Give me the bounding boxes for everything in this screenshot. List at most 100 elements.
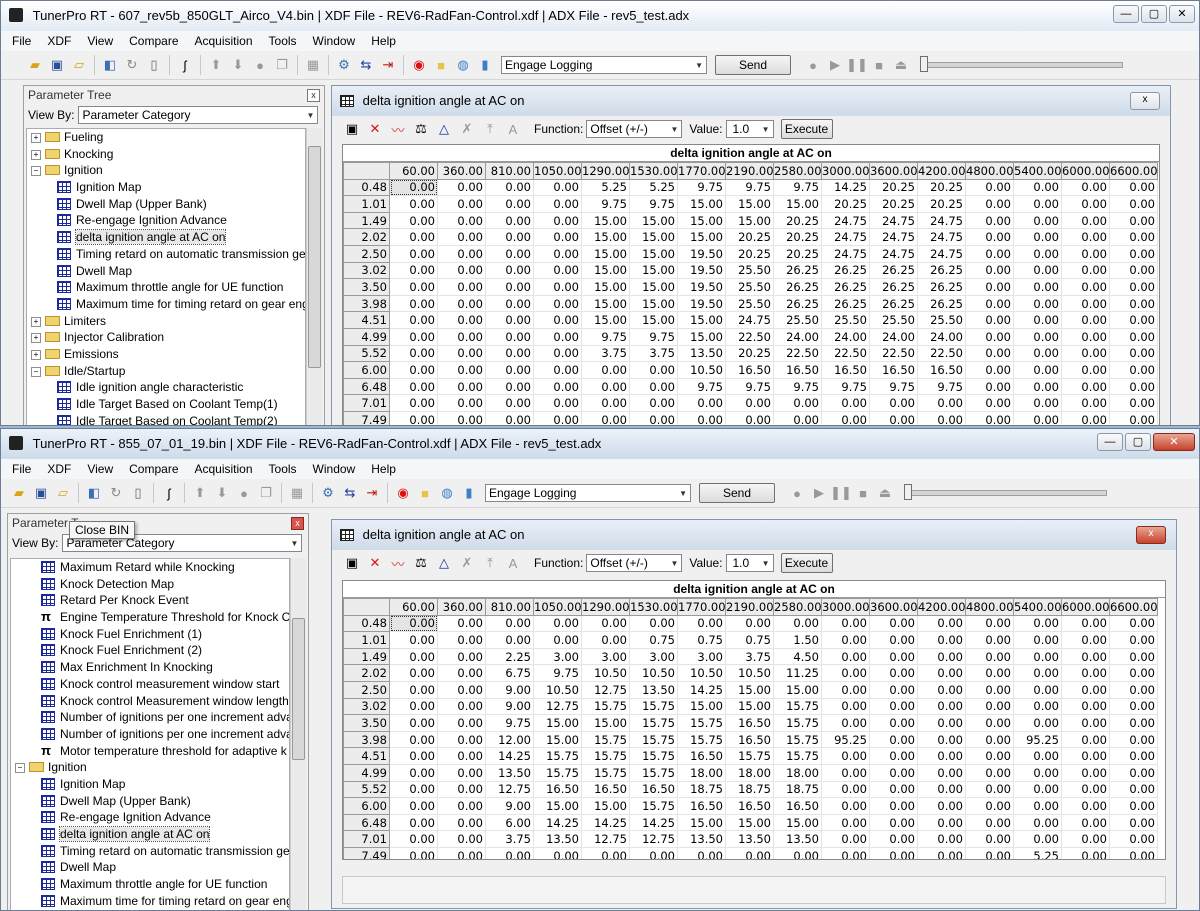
table-cell[interactable]: 0.00 bbox=[821, 631, 870, 649]
table-cell[interactable]: 9.75 bbox=[773, 377, 822, 396]
table-cell[interactable]: 9.75 bbox=[485, 714, 534, 732]
menu-view[interactable]: View bbox=[80, 459, 120, 479]
column-header[interactable]: 4800.00 bbox=[965, 162, 1014, 180]
table-cell[interactable]: 0.00 bbox=[1109, 747, 1158, 765]
table-cell[interactable]: 14.25 bbox=[677, 680, 726, 699]
table-cell[interactable]: 0.00 bbox=[581, 394, 630, 412]
row-header[interactable]: 3.50 bbox=[343, 714, 390, 732]
xdf-load-icon[interactable]: ◧ bbox=[100, 55, 120, 75]
table-cell[interactable]: 22.50 bbox=[869, 344, 918, 363]
table-cell[interactable]: 0.00 bbox=[965, 344, 1014, 363]
table-cell[interactable]: 9.75 bbox=[629, 195, 678, 213]
table-cell[interactable]: 16.50 bbox=[773, 361, 822, 379]
table-cell[interactable]: 0.00 bbox=[965, 294, 1014, 313]
table-cell[interactable]: 15.75 bbox=[677, 730, 726, 749]
compare-icon[interactable]: ⚖ bbox=[411, 553, 431, 573]
table-cell[interactable]: 9.75 bbox=[677, 178, 726, 197]
table-cell[interactable]: 0.00 bbox=[485, 394, 534, 412]
table-cell[interactable]: 13.50 bbox=[677, 830, 726, 848]
table-cell[interactable]: 0.00 bbox=[965, 394, 1014, 412]
column-header[interactable]: 3000.00 bbox=[821, 598, 870, 616]
table-cell[interactable]: 0.00 bbox=[1061, 780, 1110, 799]
row-header[interactable]: 6.00 bbox=[343, 361, 390, 379]
table-cell[interactable]: 12.75 bbox=[485, 780, 534, 799]
table-cell[interactable]: 0.00 bbox=[869, 647, 918, 666]
table-cell[interactable]: 26.25 bbox=[821, 294, 870, 313]
row-header[interactable]: 3.98 bbox=[343, 730, 390, 749]
circle-icon[interactable]: ● bbox=[250, 55, 270, 75]
table-cell[interactable]: 0.00 bbox=[917, 730, 966, 749]
table-cell[interactable]: 0.00 bbox=[485, 344, 534, 363]
table-cell[interactable]: 24.75 bbox=[917, 228, 966, 246]
table-cell[interactable]: 0.00 bbox=[581, 631, 630, 649]
table-cell[interactable]: 0.00 bbox=[917, 680, 966, 699]
table-cell[interactable]: 0.00 bbox=[437, 311, 486, 329]
table-cell[interactable]: 0.00 bbox=[1109, 797, 1158, 815]
table-cell[interactable]: 9.75 bbox=[581, 327, 630, 346]
table-cell[interactable]: 0.00 bbox=[965, 614, 1014, 633]
expand-icon[interactable]: + bbox=[31, 133, 41, 143]
table-cell[interactable]: 0.00 bbox=[869, 797, 918, 815]
table-cell[interactable]: 0.00 bbox=[389, 244, 438, 263]
row-header[interactable]: 4.51 bbox=[343, 311, 390, 329]
table-cell[interactable]: 15.00 bbox=[773, 195, 822, 213]
table-cell[interactable]: 0.00 bbox=[965, 377, 1014, 396]
column-header[interactable]: 5400.00 bbox=[1013, 598, 1062, 616]
maximize-button[interactable]: ▢ bbox=[1125, 433, 1151, 451]
tree-folder[interactable]: + Limiters bbox=[27, 313, 305, 330]
tree-item[interactable]: Knock control Measurement window length bbox=[11, 693, 289, 710]
table-cell[interactable]: 0.00 bbox=[389, 647, 438, 666]
column-header[interactable]: 2190.00 bbox=[725, 598, 774, 616]
menu-tools[interactable]: Tools bbox=[262, 31, 304, 51]
table-cell[interactable]: 16.50 bbox=[677, 797, 726, 815]
send-button[interactable]: Send bbox=[699, 483, 775, 503]
tree-item[interactable]: Knock Fuel Enrichment (2) bbox=[11, 642, 289, 659]
table-cell[interactable]: 0.00 bbox=[725, 410, 774, 425]
table-cell[interactable]: 3.75 bbox=[725, 647, 774, 666]
table-cell[interactable]: 0.00 bbox=[533, 228, 582, 246]
table-cell[interactable]: 0.00 bbox=[869, 714, 918, 732]
table-cell[interactable]: 0.00 bbox=[821, 680, 870, 699]
table-cell[interactable]: 0.00 bbox=[485, 278, 534, 296]
table-cell[interactable]: 15.00 bbox=[629, 261, 678, 280]
xdf-refresh-icon[interactable]: ↻ bbox=[122, 55, 142, 75]
table-cell[interactable]: 15.00 bbox=[533, 714, 582, 732]
text-icon[interactable]: A bbox=[503, 553, 523, 573]
table-cell[interactable]: 0.00 bbox=[1109, 294, 1158, 313]
table-cell[interactable]: 15.75 bbox=[773, 697, 822, 716]
table-cell[interactable]: 0.00 bbox=[389, 394, 438, 412]
table-cell[interactable]: 12.00 bbox=[485, 730, 534, 749]
table-cell[interactable]: 25.50 bbox=[869, 311, 918, 329]
table-cell[interactable]: 15.75 bbox=[629, 797, 678, 815]
cross-icon[interactable]: ✗ bbox=[457, 553, 477, 573]
table-cell[interactable]: 0.00 bbox=[965, 813, 1014, 832]
row-header[interactable]: 0.48 bbox=[343, 178, 390, 197]
table-cell[interactable]: 0.00 bbox=[389, 664, 438, 682]
table-cell[interactable]: 0.00 bbox=[1109, 178, 1158, 197]
eject-icon[interactable]: ⏏ bbox=[875, 483, 895, 503]
table-cell[interactable]: 0.00 bbox=[533, 294, 582, 313]
table-cell[interactable]: 3.75 bbox=[485, 830, 534, 848]
table-cell[interactable]: 0.00 bbox=[917, 631, 966, 649]
row-header[interactable]: 7.01 bbox=[343, 394, 390, 412]
table-cell[interactable]: 24.75 bbox=[821, 228, 870, 246]
table-cell[interactable]: 15.00 bbox=[581, 294, 630, 313]
table-cell[interactable]: 18.75 bbox=[677, 780, 726, 799]
table-cell[interactable]: 0.00 bbox=[437, 763, 486, 782]
table-cell[interactable]: 5.25 bbox=[629, 178, 678, 197]
minimize-button[interactable]: — bbox=[1097, 433, 1123, 451]
table-cell[interactable]: 0.00 bbox=[533, 394, 582, 412]
xdf-load-icon[interactable]: ◧ bbox=[84, 483, 104, 503]
table-cell[interactable]: 0.00 bbox=[1061, 410, 1110, 425]
table-cell[interactable]: 15.00 bbox=[581, 714, 630, 732]
table-cell[interactable]: 0.00 bbox=[629, 410, 678, 425]
table-cell[interactable]: 14.25 bbox=[485, 747, 534, 765]
table-cell[interactable]: 18.00 bbox=[773, 763, 822, 782]
table-cell[interactable]: 14.25 bbox=[629, 813, 678, 832]
tree-item[interactable]: π Motor temperature threshold for adaptiv… bbox=[11, 743, 289, 760]
tree-item[interactable]: Maximum throttle angle for UE function bbox=[27, 279, 305, 296]
table-cell[interactable]: 0.00 bbox=[965, 311, 1014, 329]
column-header[interactable]: 4200.00 bbox=[917, 598, 966, 616]
table-cell[interactable]: 16.50 bbox=[725, 714, 774, 732]
table-cell[interactable]: 0.00 bbox=[1109, 228, 1158, 246]
